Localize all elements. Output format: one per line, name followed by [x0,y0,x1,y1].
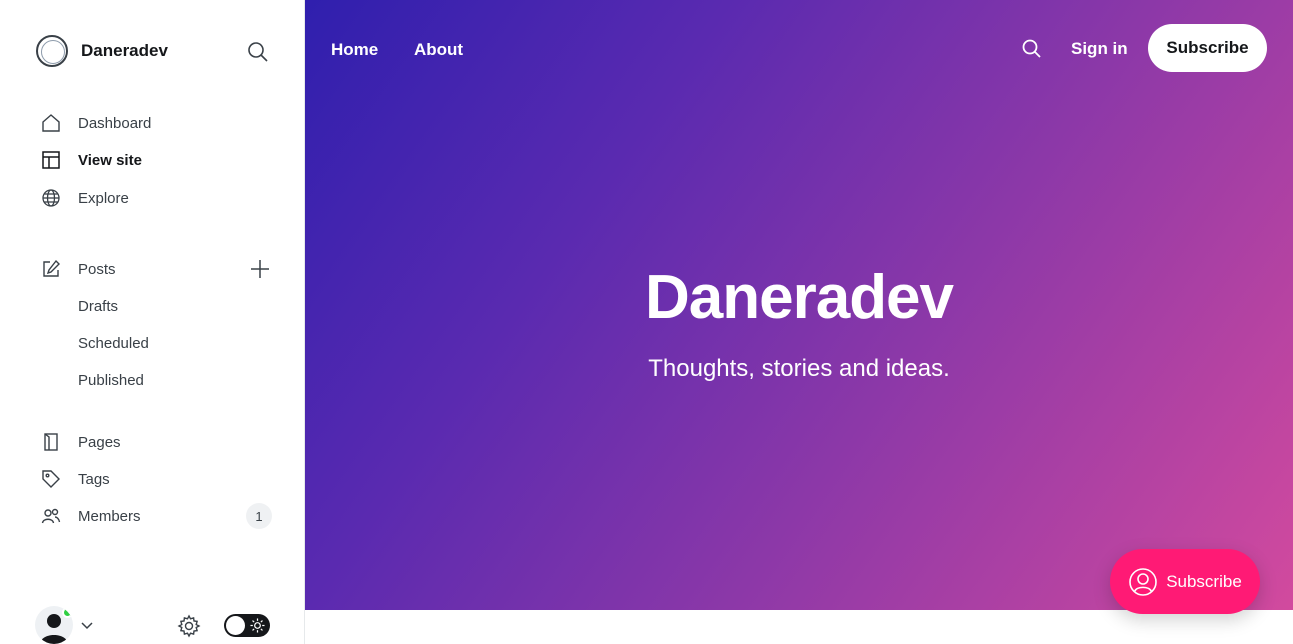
sidebar-item-label: Members [78,507,141,525]
theme-toggle[interactable] [224,614,270,637]
site-tagline: Thoughts, stories and ideas. [648,355,950,382]
nav-link-about[interactable]: About [414,40,463,60]
sidebar-item-label: Tags [78,470,110,488]
sidebar-subitem-drafts[interactable]: Drafts [78,298,118,315]
site-preview-header: Home About Sign in Subscribe Daneradev T… [305,0,1293,610]
nav-link-home[interactable]: Home [331,40,378,60]
sidebar-footer [0,600,305,644]
brand[interactable]: Daneradev [36,35,168,67]
admin-sidebar: Daneradev Dashboard View site Explore Po… [0,0,305,644]
sidebar-item-posts[interactable]: Posts [40,257,116,281]
sidebar-item-tags[interactable]: Tags [40,467,110,491]
new-post-plus-icon[interactable] [249,258,271,280]
online-status-dot [62,607,73,618]
page-icon [40,431,62,453]
subscribe-button[interactable]: Subscribe [1148,24,1267,72]
chevron-down-icon[interactable] [80,618,94,632]
sidebar-subitem-published[interactable]: Published [78,372,144,389]
members-icon [40,505,62,527]
brand-name: Daneradev [81,41,168,60]
search-icon[interactable] [247,41,269,63]
sidebar-item-members[interactable]: Members [40,504,141,528]
user-circle-icon [1129,567,1157,596]
globe-icon [40,187,62,209]
portal-subscribe-button[interactable]: Subscribe [1110,549,1260,614]
members-count-badge: 1 [246,503,272,529]
sidebar-item-label: Explore [78,189,129,207]
sign-in-link[interactable]: Sign in [1071,39,1128,59]
site-logo-icon [36,35,68,67]
avatar[interactable] [35,606,73,644]
tag-icon [40,468,62,490]
site-title: Daneradev [644,263,954,332]
sidebar-item-explore[interactable]: Explore [40,186,129,210]
sidebar-item-label: Pages [78,433,121,451]
edit-icon [40,258,62,280]
gear-icon[interactable] [177,614,201,638]
sidebar-item-view-site[interactable]: View site [40,148,142,172]
sidebar-item-dashboard[interactable]: Dashboard [40,111,151,135]
sidebar-item-pages[interactable]: Pages [40,430,121,454]
sidebar-subitem-scheduled[interactable]: Scheduled [78,335,149,352]
layout-icon [40,149,62,171]
sidebar-item-label: Dashboard [78,114,152,132]
portal-subscribe-label: Subscribe [1166,571,1242,591]
toggle-knob [226,616,245,635]
search-icon[interactable] [1021,38,1043,60]
sidebar-item-label: Posts [78,260,116,278]
home-icon [40,112,62,134]
sidebar-item-label: View site [78,151,142,169]
sun-icon [250,618,265,633]
